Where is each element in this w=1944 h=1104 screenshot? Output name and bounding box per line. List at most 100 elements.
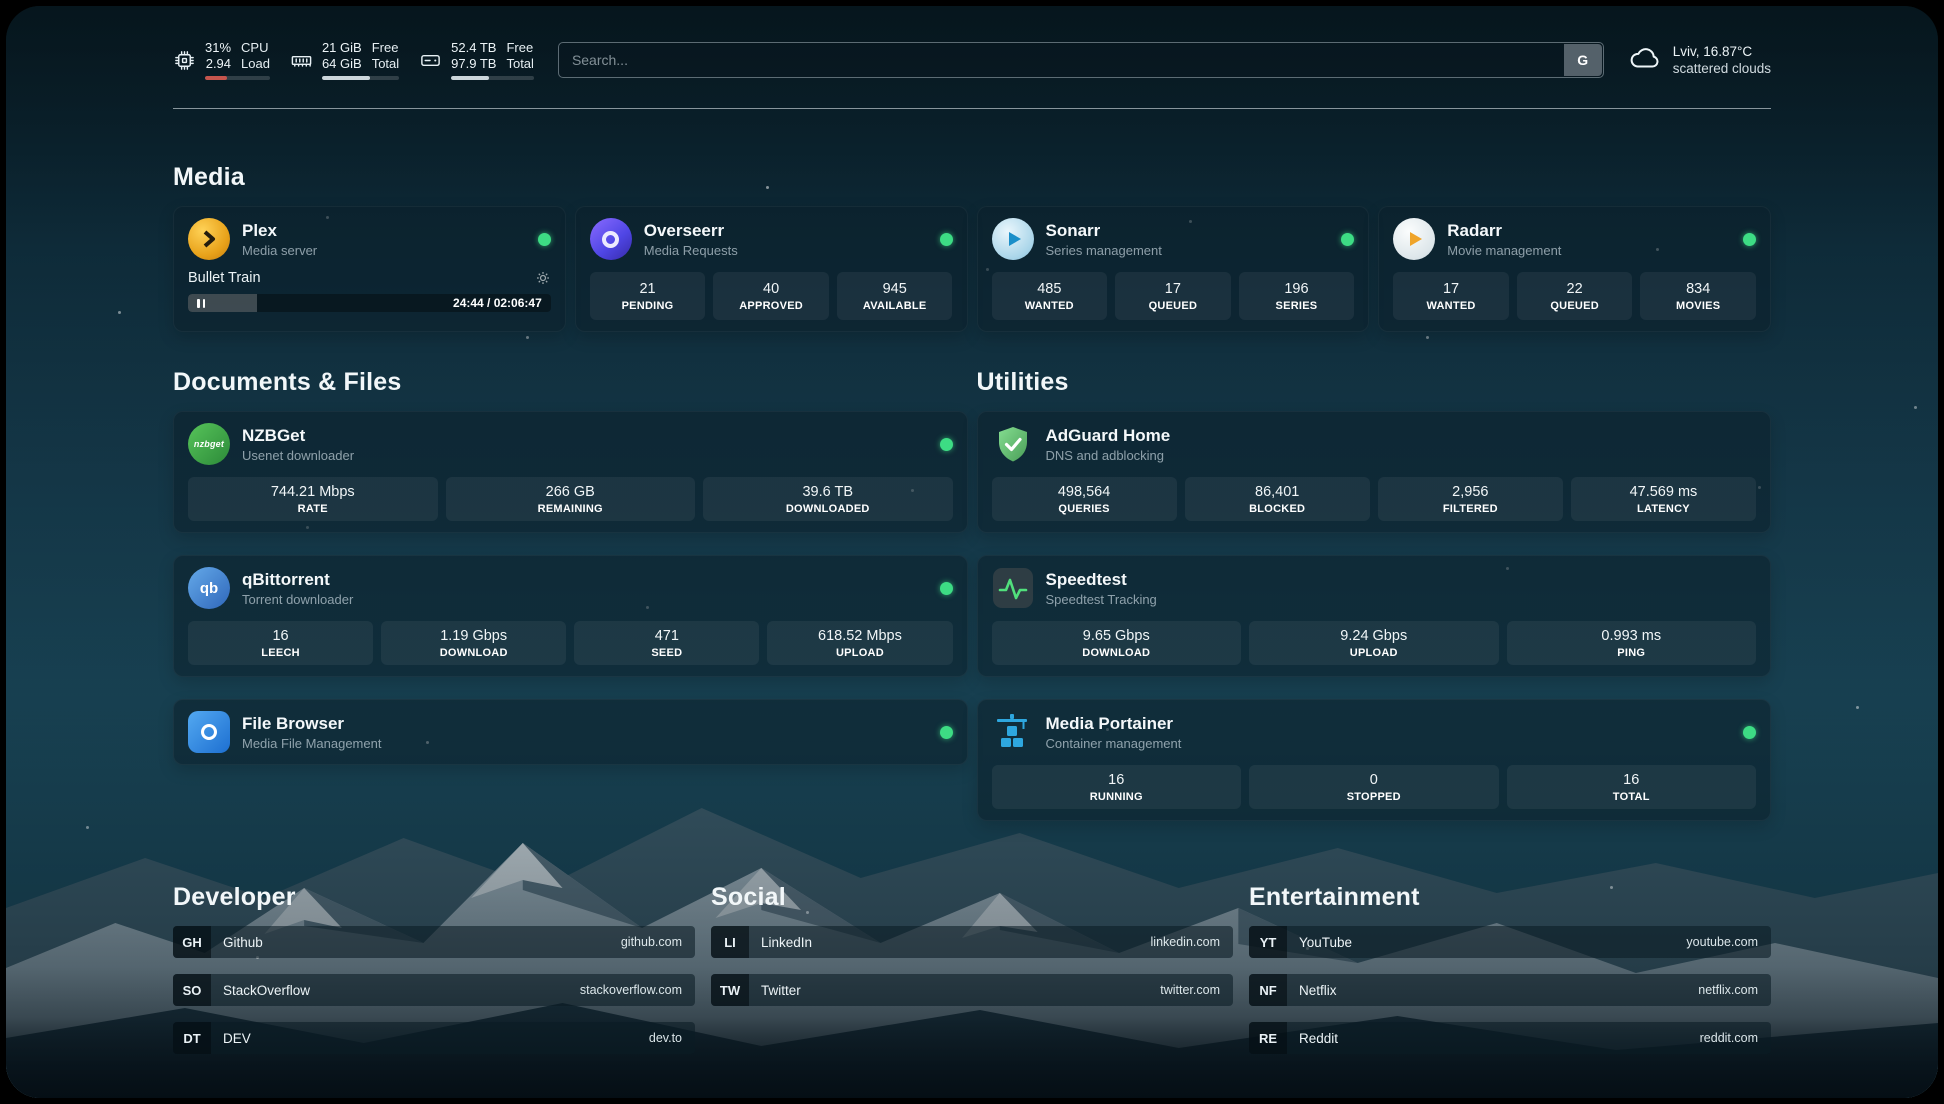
section-media: Media Plex Media server Bullet — [173, 163, 1771, 332]
app-subtitle: DNS and adblocking — [1046, 448, 1757, 463]
search-bar[interactable]: G — [558, 42, 1604, 78]
stat-running: 16 RUNNING — [992, 765, 1242, 809]
bookmark-url: youtube.com — [1686, 935, 1758, 949]
cpu-usage-bar — [205, 76, 270, 80]
bookmark-url: twitter.com — [1160, 983, 1220, 997]
stat-approved: 40 APPROVED — [713, 272, 829, 320]
weather-condition: scattered clouds — [1673, 60, 1771, 77]
app-card-portainer[interactable]: Media Portainer Container management 16 … — [977, 699, 1772, 821]
app-card-radarr[interactable]: Radarr Movie management 17 WANTED 22 QUE… — [1378, 206, 1771, 332]
app-card-speedtest[interactable]: Speedtest Speedtest Tracking 9.65 Gbps D… — [977, 555, 1772, 677]
stat-wanted: 17 WANTED — [1393, 272, 1509, 320]
bookmark-netflix[interactable]: NF Netflix netflix.com — [1249, 974, 1771, 1006]
section-title-developer: Developer — [173, 883, 695, 912]
app-card-sonarr[interactable]: Sonarr Series management 485 WANTED 17 Q… — [977, 206, 1370, 332]
bookmark-url: dev.to — [649, 1031, 682, 1045]
bookmark-youtube[interactable]: YT YouTube youtube.com — [1249, 926, 1771, 958]
section-title-utilities: Utilities — [977, 368, 1772, 397]
bookmark-linkedin[interactable]: LI LinkedIn linkedin.com — [711, 926, 1233, 958]
portainer-icon — [992, 711, 1034, 753]
ram-free-label: Free — [372, 40, 399, 56]
app-name: Radarr — [1447, 221, 1731, 241]
bookmark-name: Netflix — [1299, 983, 1337, 998]
bookmark-name: YouTube — [1299, 935, 1352, 950]
speedtest-icon — [992, 567, 1034, 609]
cpu-percent-value: 31% — [205, 40, 231, 56]
filebrowser-icon — [188, 711, 230, 753]
stat-upload: 9.24 Gbps UPLOAD — [1249, 621, 1499, 665]
stat-remaining: 266 GB REMAINING — [446, 477, 696, 521]
status-indicator — [940, 726, 953, 739]
pause-icon[interactable] — [197, 299, 205, 308]
stat-seed: 471 SEED — [574, 621, 759, 665]
status-indicator — [940, 233, 953, 246]
status-indicator — [940, 438, 953, 451]
bookmark-stackoverflow[interactable]: SO StackOverflow stackoverflow.com — [173, 974, 695, 1006]
app-subtitle: Usenet downloader — [242, 448, 928, 463]
cloud-icon — [1628, 45, 1662, 76]
status-indicator — [940, 582, 953, 595]
section-title-media: Media — [173, 163, 1771, 192]
status-indicator — [1341, 233, 1354, 246]
qbittorrent-icon: qb — [188, 567, 230, 609]
cpu-usage-widget: 31% 2.94 CPU Load — [173, 40, 270, 80]
stat-total: 16 TOTAL — [1507, 765, 1757, 809]
app-name: AdGuard Home — [1046, 426, 1757, 446]
header-divider — [173, 108, 1771, 109]
bookmark-github[interactable]: GH Github github.com — [173, 926, 695, 958]
app-card-overseerr[interactable]: Overseerr Media Requests 21 PENDING 40 A… — [575, 206, 968, 332]
ram-usage-widget: 21 GiB 64 GiB Free Total — [290, 40, 399, 80]
sonarr-icon — [992, 218, 1034, 260]
top-bar: 31% 2.94 CPU Load — [173, 40, 1771, 80]
bookmark-url: github.com — [621, 935, 682, 949]
playback-time: 24:44 / 02:06:47 — [453, 296, 542, 310]
bookmark-reddit[interactable]: RE Reddit reddit.com — [1249, 1022, 1771, 1054]
app-name: qBittorrent — [242, 570, 928, 590]
weather-widget: Lviv, 16.87°C scattered clouds — [1628, 43, 1771, 77]
gear-icon[interactable] — [535, 270, 551, 286]
app-card-qbittorrent[interactable]: qb qBittorrent Torrent downloader 16 LEE… — [173, 555, 968, 677]
search-input[interactable] — [559, 43, 1603, 77]
stat-filtered: 2,956 FILTERED — [1378, 477, 1563, 521]
bookmark-group-social: Social LI LinkedIn linkedin.com TW Twitt… — [711, 883, 1233, 1006]
overseerr-icon — [590, 218, 632, 260]
stat-rate: 744.21 Mbps RATE — [188, 477, 438, 521]
stat-series: 196 SERIES — [1239, 272, 1355, 320]
app-name: NZBGet — [242, 426, 928, 446]
stat-upload: 618.52 Mbps UPLOAD — [767, 621, 952, 665]
cpu-label: CPU — [241, 40, 270, 56]
stat-ping: 0.993 ms PING — [1507, 621, 1757, 665]
app-subtitle: Media Requests — [644, 243, 928, 258]
bookmark-twitter[interactable]: TW Twitter twitter.com — [711, 974, 1233, 1006]
bookmark-group-entertainment: Entertainment YT YouTube youtube.com NF … — [1249, 883, 1771, 1054]
cpu-load-value: 2.94 — [205, 56, 231, 72]
app-name: File Browser — [242, 714, 928, 734]
disk-usage-widget: 52.4 TB 97.9 TB Free Total — [419, 40, 534, 80]
bookmark-name: DEV — [223, 1031, 251, 1046]
app-card-plex[interactable]: Plex Media server Bullet Train — [173, 206, 566, 332]
bookmark-dev[interactable]: DT DEV dev.to — [173, 1022, 695, 1054]
dashboard-screen: 31% 2.94 CPU Load — [6, 6, 1938, 1098]
dashboard-content: 31% 2.94 CPU Load — [6, 6, 1938, 1098]
radarr-icon — [1393, 218, 1435, 260]
stat-queries: 498,564 QUERIES — [992, 477, 1177, 521]
app-card-adguard[interactable]: AdGuard Home DNS and adblocking 498,564 … — [977, 411, 1772, 533]
stat-blocked: 86,401 BLOCKED — [1185, 477, 1370, 521]
ram-icon — [290, 49, 313, 72]
disk-free-label: Free — [506, 40, 533, 56]
stat-download: 1.19 Gbps DOWNLOAD — [381, 621, 566, 665]
youtube-abbr-icon: YT — [1249, 926, 1287, 958]
playback-progress-bar[interactable]: 24:44 / 02:06:47 — [188, 294, 551, 312]
status-indicator — [1743, 726, 1756, 739]
stat-downloaded: 39.6 TB DOWNLOADED — [703, 477, 953, 521]
bookmark-url: linkedin.com — [1151, 935, 1220, 949]
adguard-icon — [992, 423, 1034, 465]
bookmark-url: netflix.com — [1698, 983, 1758, 997]
disk-usage-bar — [451, 76, 534, 80]
app-card-filebrowser[interactable]: File Browser Media File Management — [173, 699, 968, 765]
app-card-nzbget[interactable]: nzbget NZBGet Usenet downloader 744.21 M… — [173, 411, 968, 533]
app-subtitle: Container management — [1046, 736, 1732, 751]
bookmark-name: LinkedIn — [761, 935, 812, 950]
cpu-icon — [173, 49, 196, 72]
search-engine-button[interactable]: G — [1564, 44, 1602, 76]
